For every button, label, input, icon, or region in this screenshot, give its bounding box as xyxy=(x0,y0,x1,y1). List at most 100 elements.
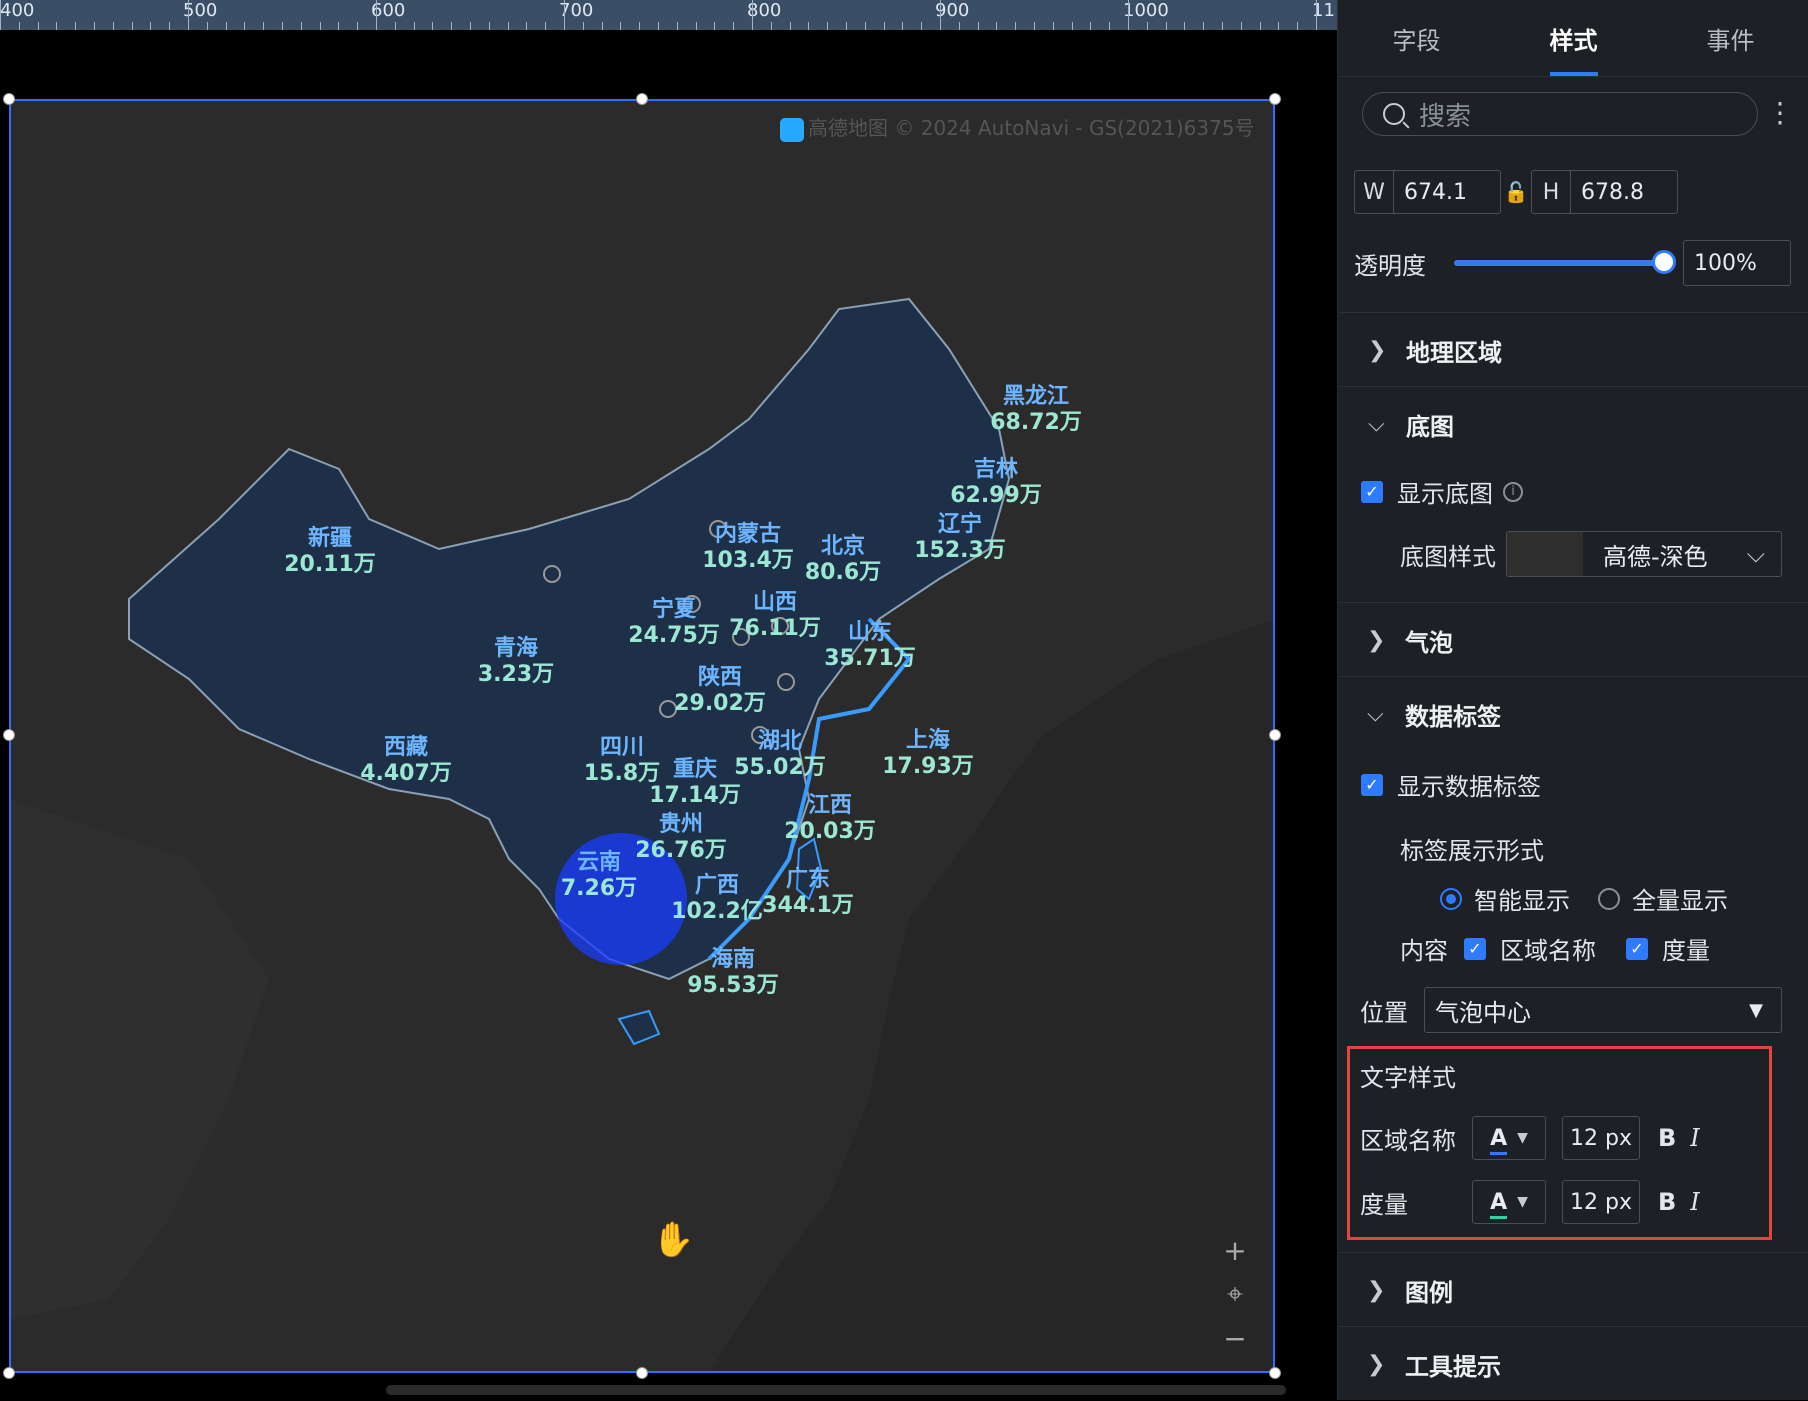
content-row: 内容 ✓ 区域名称 ✓ 度量 xyxy=(1400,931,1710,966)
tab-events[interactable]: 事件 xyxy=(1652,0,1808,76)
caret-down-icon: ▼ xyxy=(1517,1194,1528,1210)
measure-checkbox[interactable]: ✓ xyxy=(1626,937,1648,960)
region-font-size-input[interactable]: 12 px xyxy=(1562,1116,1640,1160)
ruler-tick xyxy=(470,22,471,30)
resize-handle[interactable] xyxy=(1269,93,1281,105)
section-datalabel[interactable]: ⌵ 数据标签 xyxy=(1337,676,1808,751)
ruler-tick xyxy=(789,22,791,30)
measure-color-picker[interactable]: A ▼ xyxy=(1472,1180,1546,1224)
ruler-tick xyxy=(1222,22,1223,30)
position-select[interactable]: 气泡中心 ▼ xyxy=(1424,987,1782,1033)
text-style-title: 文字样式 xyxy=(1360,1063,1456,1092)
opacity-label: 透明度 xyxy=(1354,251,1426,280)
chevron-right-icon: ❯ xyxy=(1367,627,1386,653)
ruler-tick xyxy=(545,22,547,30)
section-geo[interactable]: ❯ 地理区域 xyxy=(1338,312,1808,387)
radio-all[interactable] xyxy=(1598,887,1620,910)
measure-font-size-input[interactable]: 12 px xyxy=(1562,1180,1640,1224)
italic-icon[interactable]: I xyxy=(1690,1188,1699,1216)
more-options-icon[interactable]: ⋮ xyxy=(1766,96,1794,129)
ruler-tick xyxy=(394,22,396,30)
ruler-tick xyxy=(770,22,772,30)
show-datalabel-row[interactable]: ✓ 显示数据标签 xyxy=(1361,767,1541,802)
section-title: 底图 xyxy=(1406,412,1454,441)
height-field[interactable]: H 678.8 xyxy=(1531,170,1678,214)
ruler-tick xyxy=(733,22,735,30)
map-label: 内蒙古 103.4万 xyxy=(702,522,794,573)
search-placeholder: 搜索 xyxy=(1419,101,1472,132)
radio-smart[interactable] xyxy=(1440,887,1462,910)
map-label: 北京 80.6万 xyxy=(804,534,882,585)
show-basemap-checkbox[interactable]: ✓ xyxy=(1361,480,1383,503)
resize-handle[interactable] xyxy=(1269,729,1281,741)
zoom-in-icon[interactable]: + xyxy=(1213,1228,1257,1272)
tab-style[interactable]: 样式 xyxy=(1495,0,1652,76)
bold-icon[interactable]: B xyxy=(1658,1124,1676,1152)
height-label: H xyxy=(1532,171,1571,213)
ruler-tick xyxy=(1165,22,1167,30)
ruler-tick xyxy=(206,22,208,30)
map-label: 贵州 26.76万 xyxy=(635,812,727,863)
hand-cursor-icon: ✋ xyxy=(652,1220,695,1260)
tab-fields[interactable]: 字段 xyxy=(1338,0,1495,76)
info-icon[interactable]: i xyxy=(1503,481,1523,502)
opacity-input[interactable]: 100% xyxy=(1683,240,1791,286)
search-input[interactable]: 搜索 xyxy=(1362,92,1758,136)
map-label: 湖北 55.02万 xyxy=(734,729,826,780)
ruler-tick xyxy=(902,22,904,30)
opacity-slider[interactable] xyxy=(1454,250,1676,274)
ruler-tick xyxy=(921,22,923,30)
slider-knob[interactable] xyxy=(1652,250,1676,274)
show-datalabel-checkbox[interactable]: ✓ xyxy=(1361,773,1383,796)
chevron-down-icon: ⌵ xyxy=(1367,701,1384,727)
measure-font-row: 度量 A ▼ 12 px B I xyxy=(1360,1180,1700,1224)
map-label: 云南 7.26万 xyxy=(560,850,638,901)
canvas-scrollbar[interactable] xyxy=(386,1385,1286,1395)
resize-handle[interactable] xyxy=(636,1367,648,1379)
ruler-tick xyxy=(169,22,171,30)
section-basemap[interactable]: ⌵ 底图 xyxy=(1338,386,1808,461)
ruler-tick xyxy=(300,22,302,30)
ruler-tick xyxy=(507,22,509,30)
section-tooltip[interactable]: ❯ 工具提示 xyxy=(1337,1326,1808,1401)
region-name-label: 区域名称 xyxy=(1500,937,1596,965)
ruler-tick xyxy=(357,22,359,30)
map-label: 山西 76.11万 xyxy=(729,590,821,641)
region-name-checkbox[interactable]: ✓ xyxy=(1464,937,1486,960)
resize-handle[interactable] xyxy=(3,93,15,105)
label-mode-row: 智能显示 全量显示 xyxy=(1440,881,1728,916)
show-basemap-label: 显示底图 xyxy=(1397,480,1493,508)
resize-handle[interactable] xyxy=(636,93,648,105)
section-title: 图例 xyxy=(1405,1278,1453,1307)
resize-handle[interactable] xyxy=(3,729,15,741)
bold-icon[interactable]: B xyxy=(1658,1188,1676,1216)
ruler-tick xyxy=(18,22,20,30)
locate-icon[interactable]: ⌖ xyxy=(1213,1272,1257,1316)
measure-font-label: 度量 xyxy=(1360,1190,1408,1219)
map-label: 青海 3.23万 xyxy=(477,636,555,687)
caret-down-icon: ▼ xyxy=(1517,1130,1528,1146)
lock-icon[interactable]: 🔓 xyxy=(1503,180,1529,204)
size-row: W 674.1 🔓 H 678.8 xyxy=(1354,170,1678,214)
ruler-tick xyxy=(639,22,641,30)
map-label: 重庆 17.14万 xyxy=(649,757,741,808)
ruler-tick xyxy=(112,22,114,30)
width-field[interactable]: W 674.1 xyxy=(1354,170,1501,214)
italic-icon[interactable]: I xyxy=(1690,1124,1699,1152)
ruler-tick xyxy=(714,22,716,30)
map-label: 广西 102.2亿 xyxy=(671,873,763,924)
show-basemap-row[interactable]: ✓ 显示底图 i xyxy=(1361,474,1523,509)
ruler-tick xyxy=(883,22,885,30)
section-legend[interactable]: ❯ 图例 xyxy=(1337,1252,1808,1327)
ruler-tick xyxy=(131,22,133,30)
region-color-picker[interactable]: A ▼ xyxy=(1472,1116,1546,1160)
resize-handle[interactable] xyxy=(3,1367,15,1379)
ruler-tick xyxy=(1184,22,1186,30)
ruler-tick xyxy=(37,22,39,30)
region-font-row: 区域名称 A ▼ 12 px B I xyxy=(1360,1116,1700,1160)
zoom-out-icon[interactable]: − xyxy=(1213,1316,1257,1360)
section-bubble[interactable]: ❯ 气泡 xyxy=(1337,602,1808,677)
basemap-style-select[interactable]: 高德-深色 ⌵ xyxy=(1506,531,1782,577)
resize-handle[interactable] xyxy=(1269,1367,1281,1379)
chevron-right-icon: ❯ xyxy=(1368,337,1387,363)
